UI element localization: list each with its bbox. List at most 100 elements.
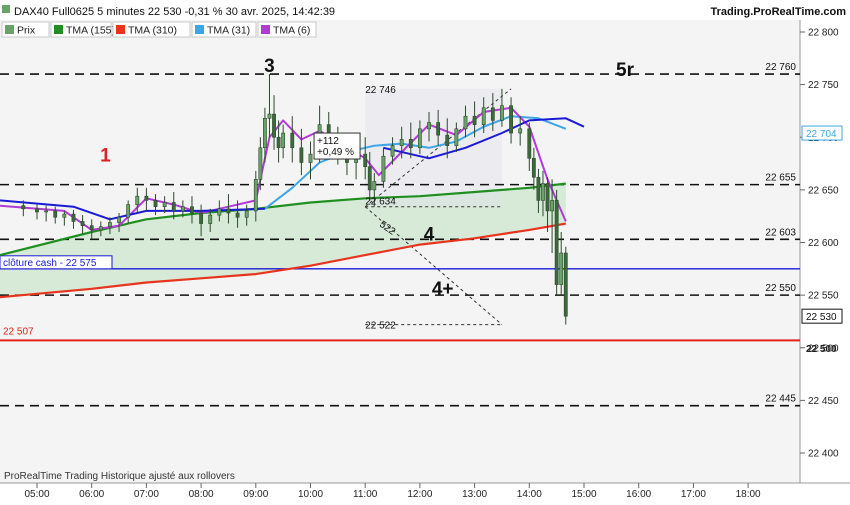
candle-body	[267, 113, 272, 119]
candle-body	[53, 210, 58, 218]
candle-body	[117, 216, 121, 223]
candle-body	[171, 202, 176, 212]
candle-body	[536, 176, 541, 201]
candle-body	[436, 122, 441, 136]
candle-body	[135, 195, 140, 205]
candle-body	[180, 206, 185, 212]
time-tick-label: 17:00	[681, 489, 706, 500]
legend-label: TMA (6)	[273, 25, 310, 37]
time-tick-label: 07:00	[134, 489, 159, 500]
candle-body	[98, 226, 103, 231]
candle-body	[258, 147, 263, 180]
candle-body	[276, 136, 281, 149]
candle-body	[454, 128, 459, 146]
candle-body	[108, 222, 112, 228]
candle-body	[563, 252, 568, 317]
candle-body	[463, 115, 468, 130]
time-tick-label: 14:00	[517, 489, 542, 500]
candle-body	[372, 181, 377, 191]
price-tick-label: 22 400	[808, 449, 839, 460]
candle-body	[445, 134, 450, 146]
time-tick-label: 12:00	[407, 489, 432, 500]
level-label-red: 22 507	[3, 326, 34, 337]
time-tick-label: 13:00	[462, 489, 487, 500]
legend-item-0: Prix	[1, 21, 50, 38]
annotation-range-low: 22 634	[365, 197, 396, 208]
legend-label: TMA (310)	[128, 25, 177, 37]
measure-percent-label: +0,49 %	[317, 147, 354, 158]
dashed-level-label: 22 655	[765, 173, 796, 184]
candle-body	[541, 183, 545, 201]
wave-label-4: 4	[424, 224, 435, 245]
footer-note: ProRealTime Trading Historique ajusté au…	[4, 471, 235, 482]
candle-body	[253, 179, 258, 212]
legend-label: TMA (31)	[207, 25, 250, 37]
time-tick-label: 11:00	[353, 489, 378, 500]
annotation-range-high: 22 746	[365, 85, 396, 96]
candle-body	[226, 208, 231, 214]
wave-label-3: 3	[264, 56, 275, 77]
price-tick-label: 22 750	[808, 80, 839, 91]
wave-label-5r: 5r	[616, 60, 635, 81]
candle-body	[509, 105, 513, 134]
candle-body	[531, 158, 536, 178]
candle-body	[299, 147, 304, 163]
axis-level-label: 22 500	[806, 344, 837, 355]
legend-swatch	[54, 25, 63, 34]
candle-body	[244, 210, 249, 218]
candle-body	[417, 128, 422, 149]
measure-points-label: +112	[317, 136, 339, 147]
time-tick-label: 05:00	[24, 489, 49, 500]
time-tick-label: 18:00	[736, 489, 761, 500]
candle-body	[518, 128, 523, 134]
candle-body	[153, 200, 158, 208]
dashed-level-label: 22 603	[765, 227, 796, 238]
legend-item-4: TMA (6)	[257, 21, 317, 38]
candle-body	[363, 153, 368, 168]
candle-body	[263, 118, 267, 149]
price-tick-label: 22 650	[808, 185, 839, 196]
candle-body	[89, 225, 94, 231]
candle-body	[554, 200, 559, 285]
candle-body	[35, 208, 39, 213]
dashed-level-label: 22 550	[765, 283, 796, 294]
legend-label: TMA (155)	[66, 25, 115, 37]
candle-body	[481, 107, 486, 125]
app-icon	[2, 5, 10, 13]
price-tick-label: 22 450	[808, 396, 839, 407]
candle-body	[545, 183, 550, 212]
price-tick-label: 22 800	[808, 28, 839, 39]
candle-body	[367, 166, 372, 191]
legend-swatch	[195, 25, 204, 34]
wave-label-1: 1	[100, 145, 111, 166]
time-tick-label: 06:00	[79, 489, 104, 500]
time-tick-label: 10:00	[298, 489, 323, 500]
candle-body	[62, 213, 67, 218]
legend-item-1: TMA (155)	[50, 21, 115, 38]
candle-body	[217, 208, 222, 216]
candle-body	[399, 139, 404, 146]
candle-body	[559, 252, 564, 285]
price-badge-label: 22 530	[806, 312, 837, 323]
candle-body	[44, 210, 49, 213]
candle-body	[308, 153, 313, 163]
price-tick-label: 22 600	[808, 238, 839, 249]
candle-body	[427, 122, 431, 130]
legend-swatch	[261, 25, 270, 34]
candle	[563, 246, 568, 325]
candle-body	[272, 113, 276, 138]
candle-body	[490, 107, 495, 121]
candle-body	[381, 155, 386, 182]
candle-body	[21, 205, 26, 210]
candle-body	[144, 195, 149, 201]
dashed-level-label: 22 760	[765, 62, 796, 73]
annotation-fib-low: 22 522	[365, 321, 396, 332]
candle-body	[281, 132, 286, 149]
candle-body	[550, 200, 554, 212]
candle-body	[162, 202, 167, 208]
dashed-level-label: 22 445	[765, 394, 796, 405]
wave-label-4plus: 4+	[432, 279, 454, 300]
price-chart[interactable]: DAX40 Full0625 5 minutes 22 530 -0,31 % …	[0, 0, 850, 500]
time-tick-label: 09:00	[243, 489, 268, 500]
candle-body	[80, 221, 85, 226]
